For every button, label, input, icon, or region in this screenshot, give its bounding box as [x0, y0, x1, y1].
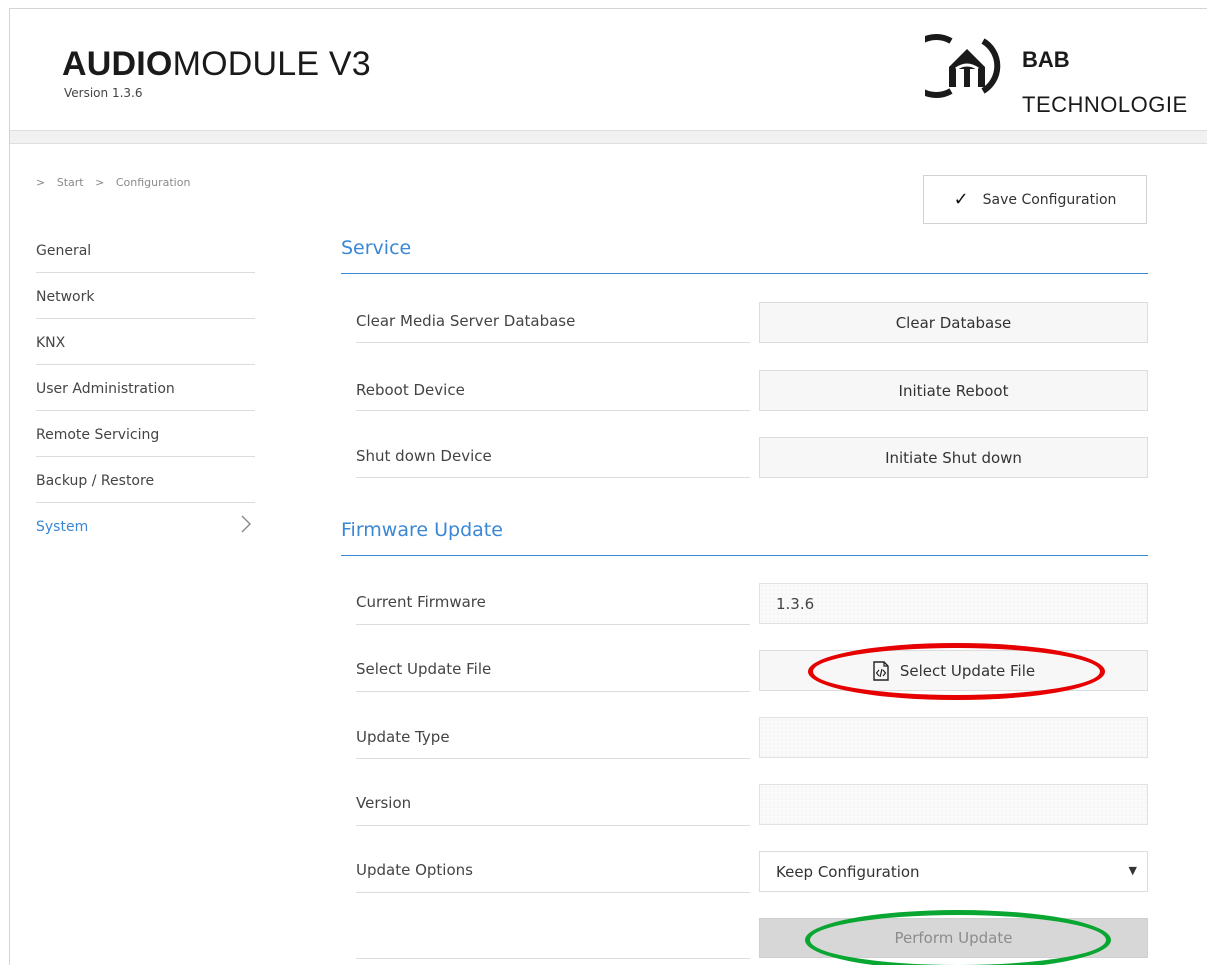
sidebar-item-remote-servicing[interactable]: Remote Servicing — [36, 411, 255, 457]
section-title-firmware-update: Firmware Update — [341, 519, 503, 541]
select-update-file-button[interactable]: Select Update File — [759, 650, 1148, 691]
breadcrumb-separator: > — [95, 176, 105, 189]
current-firmware-field: 1.3.6 — [759, 583, 1148, 624]
row-divider — [356, 758, 750, 759]
breadcrumb: > Start > Configuration — [36, 176, 198, 189]
row-label-update-options: Update Options — [356, 861, 473, 879]
sidebar-item-general[interactable]: General — [36, 227, 255, 273]
update-type-field — [759, 717, 1148, 758]
select-update-file-label: Select Update File — [899, 661, 1036, 680]
row-divider — [356, 342, 750, 343]
section-title-service: Service — [341, 237, 412, 259]
row-label-update-type: Update Type — [356, 728, 450, 746]
sidebar-item-label: KNX — [36, 335, 66, 351]
row-label-select-update-file: Select Update File — [356, 660, 492, 678]
row-label-shutdown-device: Shut down Device — [356, 447, 492, 465]
row-divider — [356, 410, 750, 411]
section-divider — [341, 273, 1148, 274]
row-label-clear-media-db: Clear Media Server Database — [356, 312, 576, 330]
initiate-shutdown-button[interactable]: Initiate Shut down — [759, 437, 1148, 478]
logo-text-technologie: TECHNOLOGIE — [1022, 92, 1188, 117]
app-version: Version 1.3.6 — [64, 86, 143, 100]
row-label-reboot-device: Reboot Device — [356, 381, 465, 399]
sidebar-item-label: Backup / Restore — [36, 473, 155, 489]
sidebar-item-knx[interactable]: KNX — [36, 319, 255, 365]
breadcrumb-start[interactable]: Start — [57, 176, 84, 189]
logo-text-bab: BAB — [1022, 47, 1070, 72]
breadcrumb-separator: > — [36, 176, 46, 189]
header-separator — [10, 130, 1207, 144]
dropdown-arrow-icon: ▼ — [1128, 864, 1137, 877]
app-title-bold: AUDIO — [62, 45, 173, 83]
sidebar-item-network[interactable]: Network — [36, 273, 255, 319]
update-options-select[interactable]: Keep Configuration ▼ — [759, 851, 1148, 892]
breadcrumb-configuration[interactable]: Configuration — [116, 176, 191, 189]
app-title: AUDIOMODULE V3 — [62, 45, 371, 84]
clear-database-button[interactable]: Clear Database — [759, 302, 1148, 343]
file-code-icon — [873, 660, 889, 681]
sidebar-item-system[interactable]: System — [36, 503, 255, 549]
bab-logo-icon — [925, 34, 1001, 98]
sidebar-nav: General Network KNX User Administration … — [36, 227, 255, 549]
chevron-right-icon — [241, 515, 251, 538]
sidebar-item-label: General — [36, 243, 92, 259]
row-divider — [356, 958, 750, 959]
row-divider — [356, 624, 750, 625]
sidebar-item-user-administration[interactable]: User Administration — [36, 365, 255, 411]
section-divider — [341, 555, 1148, 556]
row-label-version: Version — [356, 794, 412, 812]
update-options-selected: Keep Configuration — [776, 863, 920, 881]
row-divider — [356, 477, 750, 478]
initiate-reboot-button[interactable]: Initiate Reboot — [759, 370, 1148, 411]
row-divider — [356, 892, 750, 893]
sidebar-item-label: System — [36, 519, 89, 535]
save-configuration-button[interactable]: ✓ Save Configuration — [923, 175, 1147, 224]
brand-logo: BAB TECHNOLOGIE — [925, 31, 1207, 117]
check-icon: ✓ — [953, 189, 969, 210]
perform-update-button[interactable]: Perform Update — [759, 918, 1148, 958]
row-label-current-firmware: Current Firmware — [356, 593, 486, 611]
row-divider — [356, 691, 750, 692]
version-field — [759, 784, 1148, 825]
sidebar-item-label: Network — [36, 289, 95, 305]
app-title-rest: MODULE V3 — [172, 45, 371, 83]
sidebar-item-label: User Administration — [36, 381, 175, 397]
frame-left-border — [9, 8, 10, 965]
sidebar-item-backup-restore[interactable]: Backup / Restore — [36, 457, 255, 503]
page-header: AUDIOMODULE V3 Version 1.3.6 BAB TECHNOL… — [10, 9, 1207, 130]
save-configuration-label: Save Configuration — [982, 191, 1117, 208]
row-divider — [356, 825, 750, 826]
sidebar-item-label: Remote Servicing — [36, 427, 160, 443]
